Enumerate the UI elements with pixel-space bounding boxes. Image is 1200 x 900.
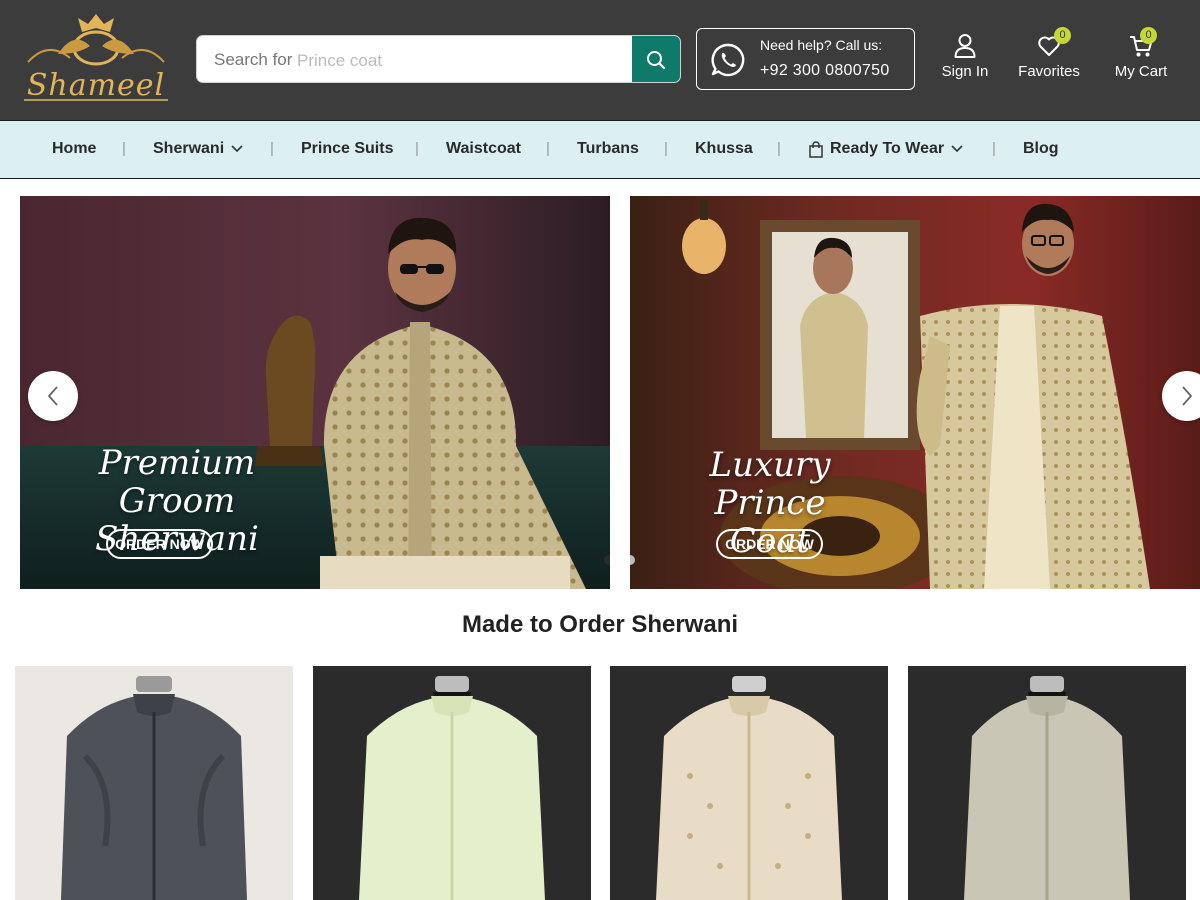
product-image-cream-sherwani [610, 666, 888, 900]
hero-banner-sherwani[interactable]: Premium Groom Sherwani ORDER NOW [20, 196, 610, 589]
product-card[interactable] [610, 666, 888, 900]
chevron-down-icon [951, 145, 963, 153]
hero-banner-prince-coat[interactable]: Luxury Prince Coat ORDER NOW [630, 196, 1200, 589]
nav-item-label: Prince Suits [301, 140, 394, 157]
chevron-down-icon [231, 145, 243, 153]
search-input[interactable] [297, 46, 627, 76]
product-image-mint-sherwani [313, 666, 591, 900]
search-icon [647, 51, 666, 70]
banner-title-line1: Premium Groom [98, 443, 256, 521]
help-phone[interactable]: +92 300 0800750 [760, 62, 890, 80]
nav-item-label: Ready To Wear [830, 140, 945, 157]
heart-icon: 0 [1016, 27, 1082, 59]
signin-link[interactable]: Sign In [938, 33, 992, 88]
nav-item-blog[interactable]: Blog [1023, 140, 1059, 158]
nav-separator: | [270, 140, 274, 157]
banner-title-line1: Luxury [709, 445, 831, 485]
signin-label: Sign In [941, 63, 989, 80]
nav-item-label: Home [52, 140, 97, 157]
whatsapp-icon [711, 43, 745, 77]
nav-item-waistcoat[interactable]: Waistcoat [446, 140, 521, 158]
nav-separator: | [122, 140, 126, 157]
nav-separator: | [546, 140, 550, 157]
nav-separator: | [777, 140, 781, 157]
nav-separator: | [664, 140, 668, 157]
order-now-button[interactable]: ORDER NOW [106, 529, 213, 559]
site-header: Shameel Search for Need help? Call us: +… [0, 0, 1200, 120]
nav-item-khussa[interactable]: Khussa [695, 140, 753, 158]
nav-item-label: Waistcoat [446, 140, 521, 157]
cart-link[interactable]: 0 My Cart [1112, 27, 1170, 88]
nav-item-prince-suits[interactable]: Prince Suits [301, 140, 393, 158]
nav-separator: | [992, 140, 996, 157]
help-contact-box[interactable]: Need help? Call us: +92 300 0800750 [696, 28, 915, 90]
nav-item-label: Turbans [577, 140, 639, 157]
brand-name: Shameel [26, 68, 166, 103]
nav-item-ready-to-wear[interactable]: Ready To Wear [808, 140, 964, 158]
user-icon [938, 33, 992, 59]
favorites-count-badge: 0 [1054, 27, 1071, 44]
cart-icon: 0 [1112, 27, 1170, 59]
help-text: Need help? Call us: [760, 37, 883, 53]
product-card[interactable] [15, 666, 293, 900]
chevron-left-icon [47, 386, 58, 406]
shopping-bag-icon [809, 140, 823, 158]
search-box: Search for [196, 35, 681, 83]
carousel-prev-button[interactable] [28, 371, 78, 421]
nav-item-label: Sherwani [153, 140, 225, 157]
section-title: Made to Order Sherwani [461, 611, 739, 638]
cart-count-badge: 0 [1140, 27, 1157, 44]
nav-item-label: Blog [1023, 140, 1059, 157]
chevron-right-icon [1182, 386, 1193, 406]
nav-item-sherwani[interactable]: Sherwani [153, 140, 244, 158]
nav-item-turbans[interactable]: Turbans [577, 140, 639, 158]
cart-label: My Cart [1114, 63, 1168, 80]
product-image-silver-sherwani [908, 666, 1186, 900]
search-button[interactable] [632, 36, 680, 82]
favorites-link[interactable]: 0 Favorites [1016, 27, 1082, 88]
carousel-dot-active[interactable] [604, 555, 610, 565]
product-image-grey-sherwani [15, 666, 293, 900]
nav-item-home[interactable]: Home [52, 140, 96, 158]
main-navigation: Home | Sherwani | Prince Suits | Waistco… [0, 120, 1200, 179]
product-card[interactable] [908, 666, 1186, 900]
nav-item-label: Khussa [695, 140, 753, 157]
product-card[interactable] [313, 666, 591, 900]
favorites-label: Favorites [1018, 63, 1080, 80]
brand-logo[interactable]: Shameel [18, 10, 174, 106]
search-prefix-label: Search for [214, 50, 293, 69]
nav-separator: | [415, 140, 419, 157]
order-now-button[interactable]: ORDER NOW [716, 529, 823, 559]
